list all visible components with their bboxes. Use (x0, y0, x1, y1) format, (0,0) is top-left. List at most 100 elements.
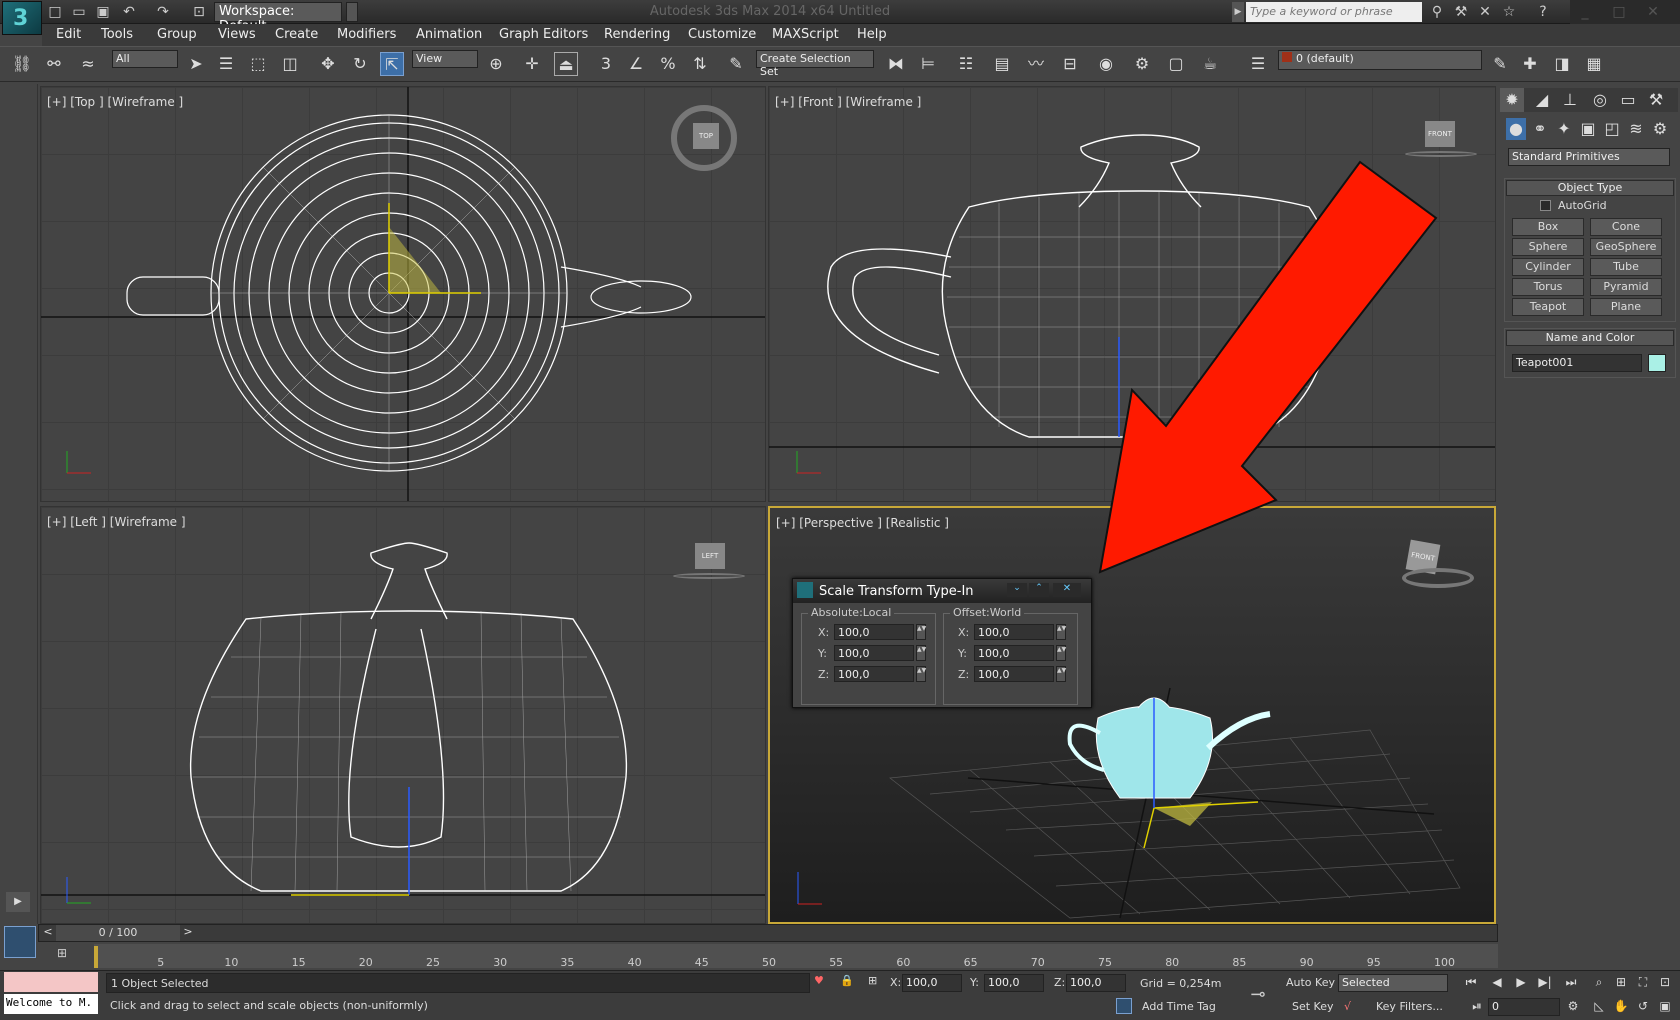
abs-x-spinner[interactable]: ▲▼ (916, 624, 926, 640)
isolate-selection-icon[interactable]: ♥ (814, 974, 824, 987)
maxscript-listener[interactable]: Welcome to M. (4, 994, 98, 1014)
window-crossing-icon[interactable]: ◫ (278, 52, 302, 76)
dialog-title-bar[interactable]: Scale Transform Type-In ⌄ ⌃ ✕ (793, 579, 1091, 603)
menu-edit[interactable]: Edit (56, 27, 81, 42)
viewcube-perspective-ring[interactable] (1402, 568, 1474, 588)
menu-create[interactable]: Create (275, 27, 318, 42)
unlink-icon[interactable]: ⚯ (42, 52, 66, 76)
viewcube-left[interactable]: LEFT (695, 543, 725, 569)
application-menu-button[interactable]: 3 (2, 1, 42, 35)
add-time-tag[interactable]: Add Time Tag (1142, 1000, 1216, 1013)
close-window-icon[interactable]: ✕ (1644, 3, 1662, 21)
add-layer-icon[interactable]: ✚ (1518, 52, 1542, 76)
viewport-left[interactable]: [+] [Left ] [Wireframe ] LEFT (40, 506, 766, 924)
zoom-extents-all-icon[interactable]: ⊡ (1654, 972, 1676, 992)
viewcube-front[interactable]: FRONT (1425, 121, 1455, 147)
shapes-icon[interactable]: ⚭ (1530, 118, 1550, 140)
teapot-button[interactable]: Teapot (1512, 298, 1584, 316)
selection-filter-dropdown[interactable]: All (112, 50, 178, 68)
time-slider[interactable] (38, 924, 1498, 942)
redo-icon[interactable]: ↷ (154, 3, 172, 21)
zoom-extents-icon[interactable]: ⛶ (1632, 972, 1654, 992)
reference-coordinate-dropdown[interactable]: View (412, 50, 478, 68)
save-file-icon[interactable]: ▣ (94, 3, 112, 21)
rectangular-region-icon[interactable]: ⬚ (246, 52, 270, 76)
snaps-toggle-icon[interactable]: 3 (594, 52, 618, 76)
off-z-spinner[interactable]: ▲▼ (1056, 666, 1066, 682)
goto-start-icon[interactable]: ⏮ (1460, 972, 1482, 992)
menu-views[interactable]: Views (218, 27, 256, 42)
menu-tools[interactable]: Tools (101, 27, 133, 42)
key-tangent-icon[interactable]: √ (1344, 1000, 1351, 1013)
menu-customize[interactable]: Customize (688, 27, 756, 42)
edit-named-selection-icon[interactable]: ✎ (724, 52, 748, 76)
auto-key-button[interactable]: Auto Key (1286, 976, 1335, 989)
select-by-name-icon[interactable]: ☰ (214, 52, 238, 76)
move-icon[interactable]: ✥ (316, 52, 340, 76)
new-file-icon[interactable]: □ (46, 3, 64, 21)
current-frame-input[interactable]: 0 (1488, 998, 1560, 1016)
select-object-icon[interactable]: ➤ (184, 52, 208, 76)
time-tag-icon[interactable] (1116, 998, 1132, 1014)
maximize-viewport-icon[interactable]: ▣ (1654, 996, 1676, 1016)
key-mode-toggle-icon[interactable]: ⏯ (1466, 996, 1488, 1016)
abs-z-spinner[interactable]: ▲▼ (916, 666, 926, 682)
object-type-header[interactable]: Object Type (1506, 180, 1674, 196)
cone-button[interactable]: Cone (1590, 218, 1662, 236)
dialog-close-icon[interactable]: ✕ (1053, 583, 1081, 597)
select-manipulate-icon[interactable]: ✛ (520, 52, 544, 76)
layer-dropdown[interactable]: 0 (default) (1278, 50, 1482, 70)
abs-z-input[interactable]: 100,0 (834, 666, 914, 682)
next-frame-icon[interactable]: ▶| (1534, 972, 1556, 992)
off-x-input[interactable]: 100,0 (974, 624, 1054, 640)
angle-snap-icon[interactable]: ∠ (624, 52, 648, 76)
autogrid-checkbox[interactable] (1540, 200, 1551, 211)
rotate-icon[interactable]: ↻ (348, 52, 372, 76)
abs-y-input[interactable]: 100,0 (834, 645, 914, 661)
key-filters-button[interactable]: Key Filters... (1376, 1000, 1443, 1013)
search-expand-icon[interactable]: ▶ (1232, 2, 1244, 22)
maxscript-listener-pink[interactable] (4, 972, 98, 992)
motion-tab-icon[interactable]: ◎ (1588, 88, 1612, 112)
primitive-category-dropdown[interactable]: Standard Primitives (1508, 148, 1670, 166)
abs-y-spinner[interactable]: ▲▼ (916, 645, 926, 661)
time-slider-thumb[interactable]: 0 / 100 (56, 925, 180, 941)
time-next-icon[interactable]: > (180, 925, 196, 938)
menu-animation[interactable]: Animation (416, 27, 482, 42)
viewcube-left-ring[interactable] (673, 573, 745, 579)
viewcube-front-ring[interactable] (1405, 151, 1477, 157)
pyramid-button[interactable]: Pyramid (1590, 278, 1662, 296)
goto-end-icon[interactable]: ⏭ (1560, 972, 1582, 992)
torus-button[interactable]: Torus (1512, 278, 1584, 296)
workspace-dropdown-arrow[interactable] (346, 2, 358, 22)
subscription-icon[interactable]: ⚒ (1452, 3, 1470, 21)
graphite-ribbon-icon[interactable]: ▤ (990, 52, 1014, 76)
geometry-icon[interactable]: ● (1506, 118, 1526, 140)
viewport-front[interactable]: [+] [Front ] [Wireframe ] FRONT (768, 86, 1496, 502)
schematic-view-icon[interactable]: ⊟ (1058, 52, 1082, 76)
menu-maxscript[interactable]: MAXScript (772, 27, 839, 42)
display-tab-icon[interactable]: ▭ (1616, 88, 1640, 112)
off-y-input[interactable]: 100,0 (974, 645, 1054, 661)
dialog-maximize-icon[interactable]: ⌃ (1029, 583, 1049, 597)
link-icon[interactable]: ⛓ (10, 52, 34, 76)
set-key-button[interactable]: Set Key (1292, 1000, 1334, 1013)
plane-button[interactable]: Plane (1590, 298, 1662, 316)
current-frame-marker[interactable] (94, 946, 98, 968)
pivot-center-icon[interactable]: ⊕ (484, 52, 508, 76)
object-name-input[interactable]: Teapot001 (1512, 354, 1642, 372)
abs-x-input[interactable]: 100,0 (834, 624, 914, 640)
workspace-dropdown[interactable]: Workspace: Default (214, 2, 342, 34)
off-x-spinner[interactable]: ▲▼ (1056, 624, 1066, 640)
pan-icon[interactable]: ✋ (1610, 996, 1632, 1016)
lights-icon[interactable]: ✦ (1554, 118, 1574, 140)
menu-help[interactable]: Help (857, 27, 887, 42)
menu-group[interactable]: Group (157, 27, 197, 42)
binoculars-icon[interactable]: ⚲ (1428, 3, 1446, 21)
cameras-icon[interactable]: ▣ (1578, 118, 1598, 140)
menu-graph-editors[interactable]: Graph Editors (499, 27, 588, 42)
maximize-icon[interactable]: □ (1610, 3, 1628, 21)
status-z-input[interactable]: 100,0 (1066, 974, 1126, 992)
project-folder-icon[interactable]: ⊡ (190, 3, 208, 21)
select-layer-icon[interactable]: ◨ (1550, 52, 1574, 76)
